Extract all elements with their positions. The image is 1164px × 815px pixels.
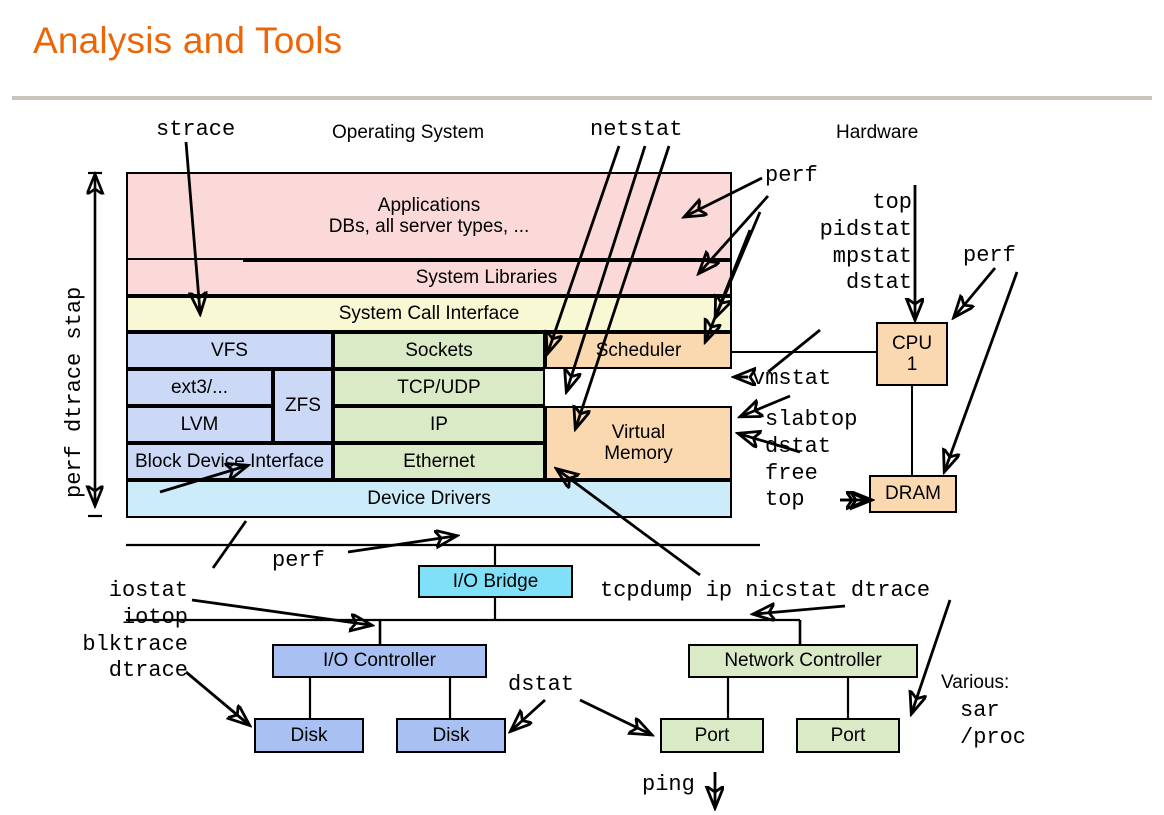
applications-subtitle: DBs, all server types, ...	[328, 216, 530, 237]
applications-title: Applications	[377, 194, 481, 216]
box-ethernet: Ethernet	[333, 443, 545, 480]
cpu-line1: CPU	[891, 332, 933, 354]
box-port-1: Port	[660, 718, 764, 753]
virtual-memory-line2: Memory	[604, 443, 673, 464]
box-zfs: ZFS	[273, 369, 333, 443]
tool-label-cpu-tools: top pidstat mpstat dstat	[819, 190, 912, 296]
tool-label-strace: strace	[156, 117, 236, 142]
box-io-controller: I/O Controller	[272, 644, 487, 678]
tool-label-network-tools: tcpdump ip nicstat dtrace	[600, 578, 931, 603]
box-disk-2: Disk	[396, 718, 506, 753]
various-label: Various:	[941, 672, 1010, 693]
hardware-header: Hardware	[836, 122, 919, 143]
title-divider	[12, 96, 1152, 100]
box-io-bridge: I/O Bridge	[418, 565, 573, 598]
tool-label-ping: ping	[642, 772, 695, 797]
box-disk-1: Disk	[254, 718, 364, 753]
tool-label-io-tools: iostat iotop blktrace dtrace	[82, 578, 188, 684]
box-port-2: Port	[796, 718, 900, 753]
operating-system-header: Operating System	[332, 122, 485, 143]
box-system-libraries: System Libraries	[241, 260, 732, 296]
virtual-memory-line1: Virtual	[611, 421, 666, 443]
left-axis-label: perf dtrace stap	[62, 286, 87, 498]
tool-label-perf-cpu: perf	[963, 243, 1016, 268]
box-network-controller: Network Controller	[688, 644, 918, 678]
box-cpu: CPU 1	[876, 322, 948, 386]
box-applications: Applications DBs, all server types, ...	[126, 172, 732, 260]
cpu-line2: 1	[906, 354, 918, 375]
tool-label-netstat: netstat	[590, 117, 683, 142]
applications-pink-filler	[126, 260, 243, 296]
box-dram: DRAM	[869, 475, 957, 513]
box-vfs: VFS	[126, 332, 333, 369]
box-device-drivers: Device Drivers	[126, 480, 732, 518]
box-virtual-memory: Virtual Memory	[545, 406, 732, 480]
tool-label-vmstat: vmstat	[752, 366, 832, 391]
box-sockets: Sockets	[333, 332, 545, 369]
box-lvm: LVM	[126, 406, 273, 443]
page-title: Analysis and Tools	[33, 20, 343, 61]
tool-label-perf-applications: perf	[765, 163, 818, 188]
tool-label-perf-io-bridge: perf	[272, 548, 325, 573]
box-scheduler: Scheduler	[545, 332, 732, 369]
box-system-call-interface: System Call Interface	[126, 296, 732, 332]
box-tcp-udp: TCP/UDP	[333, 369, 545, 406]
box-block-device-interface: Block Device Interface	[126, 443, 333, 480]
tool-label-various-tools: sar /proc	[960, 698, 1027, 750]
box-ip: IP	[333, 406, 545, 443]
tool-label-memory-tools: slabtop dstat free top	[765, 407, 858, 513]
tool-label-dstat: dstat	[508, 672, 575, 697]
slide-canvas: Analysis and Tools Operating System Hard…	[0, 0, 1164, 815]
box-ext3: ext3/...	[126, 369, 273, 406]
